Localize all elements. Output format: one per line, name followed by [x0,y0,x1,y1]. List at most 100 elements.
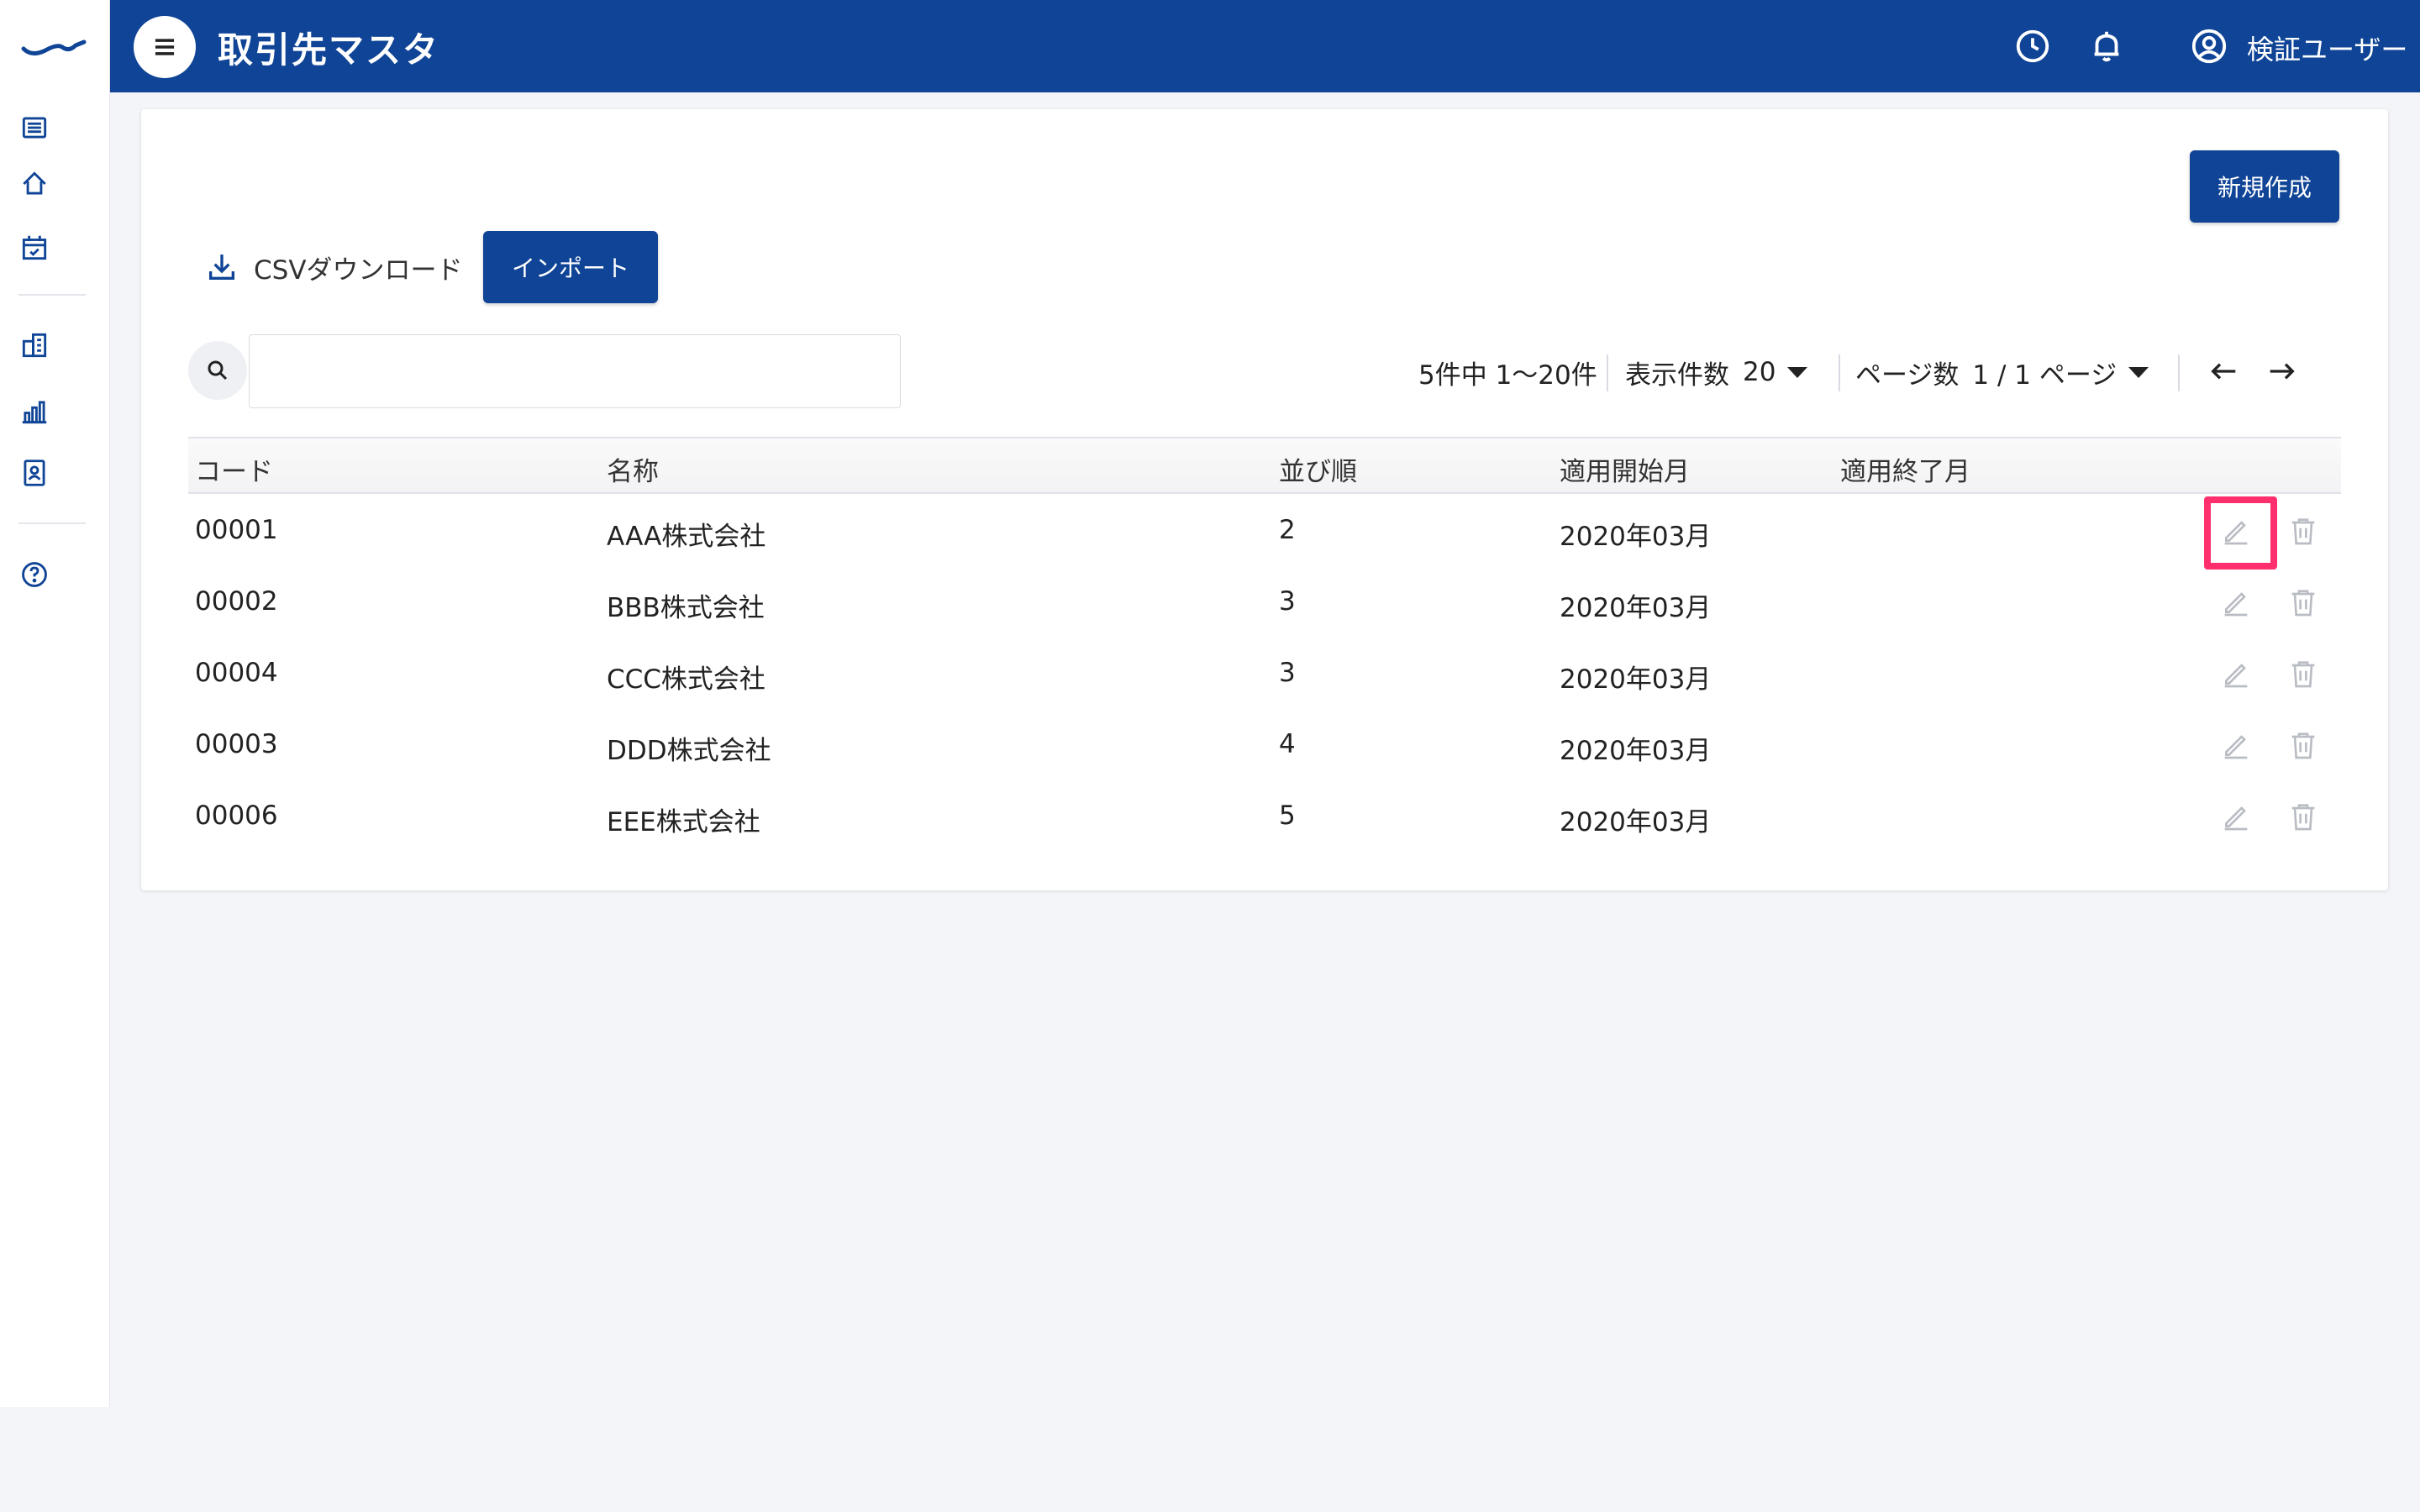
download-icon [209,255,234,280]
trash-icon [2291,661,2315,688]
table-row: 00002 BBB株式会社 3 2020年03月 [188,568,2341,639]
list-icon [22,117,47,139]
prev-page-button[interactable] [2203,348,2245,395]
menu-button[interactable] [134,16,196,78]
column-header-order[interactable]: 並び順 [1279,450,1357,488]
calendar-check-icon [22,235,47,260]
search-icon [208,360,228,381]
page-select[interactable]: ページ数 1 / 1 ページ [1855,351,2149,393]
result-range-text: 5件中 1〜20件 [1418,360,1597,391]
per-page-value: 20 [1743,357,1776,387]
table-row: 00006 EEE株式会社 5 2020年03月 [188,782,2341,853]
new-button[interactable]: 新規作成 [2190,150,2339,223]
cell-name: BBB株式会社 [607,593,765,623]
edit-button[interactable] [2213,580,2259,625]
pencil-icon [2224,735,2248,759]
column-header-code[interactable]: コード [195,450,273,488]
clock-icon [2016,29,2049,63]
caret-down-icon [1787,366,1808,378]
trash-icon [2291,804,2315,831]
sidebar-item-chart[interactable] [17,394,52,429]
cell-name: EEE株式会社 [607,807,760,837]
delete-button[interactable] [2281,794,2326,839]
edit-button-highlight [2204,496,2277,570]
caret-down-icon [2128,366,2149,378]
user-circle-icon [2191,29,2227,64]
cell-name: CCC株式会社 [607,664,765,695]
cell-order: 3 [1279,586,1296,617]
sidebar-item-help[interactable] [17,557,52,592]
delete-button[interactable] [2281,651,2326,696]
building-icon [22,333,47,358]
contact-card-icon [24,459,45,486]
cell-order: 3 [1279,658,1296,688]
page-label: ページ数 [1855,360,1960,391]
sidebar-item-home[interactable] [17,166,52,202]
cell-name: DDD株式会社 [607,736,771,766]
cell-start-month: 2020年03月 [1560,593,1712,623]
delete-button[interactable] [2281,580,2326,625]
table-row: 00003 DDD株式会社 4 2020年03月 [188,711,2341,782]
trash-icon [2291,518,2315,545]
next-page-button[interactable] [2260,348,2302,395]
sidebar [0,0,110,1407]
trash-icon [2291,590,2315,617]
per-page-select[interactable]: 表示件数 20 [1625,351,1808,393]
cell-start-month: 2020年03月 [1560,736,1712,766]
delete-button[interactable] [2281,508,2326,554]
pencil-icon [2224,806,2248,831]
pager-divider [2178,354,2180,391]
notification-button[interactable] [2086,25,2128,67]
pager-divider [1839,354,1840,391]
table-row: 00004 CCC株式会社 3 2020年03月 [188,639,2341,711]
cell-start-month: 2020年03月 [1560,807,1712,837]
column-header-name[interactable]: 名称 [607,450,659,488]
cell-start-month: 2020年03月 [1560,664,1712,695]
bar-chart-icon [22,401,47,424]
cell-order: 5 [1279,801,1296,831]
history-button[interactable] [2012,25,2054,67]
search-input[interactable] [249,334,901,408]
edit-button[interactable] [2213,722,2259,768]
home-icon [23,171,46,195]
cell-order: 2 [1279,515,1296,545]
bell-icon [2094,31,2119,62]
pencil-icon [2224,664,2248,688]
user-account-button[interactable] [2188,25,2230,67]
pencil-icon [2224,592,2248,617]
user-name[interactable]: 検証ユーザー [2247,29,2407,67]
cell-code: 00004 [195,658,278,688]
cell-code: 00001 [195,515,278,545]
column-header-end-month[interactable]: 適用終了月 [1840,450,1970,488]
page-value: 1 / 1 ページ [1972,360,2118,391]
pager-divider [1607,354,1608,391]
sidebar-item-calendar[interactable] [17,230,52,265]
arrow-left-icon [2211,363,2236,380]
cell-code: 00002 [195,586,278,617]
delete-button[interactable] [2281,722,2326,768]
cell-start-month: 2020年03月 [1560,522,1712,552]
per-page-label: 表示件数 [1625,360,1729,391]
result-range: 5件中 1〜20件 [1418,351,1597,393]
import-button[interactable]: インポート [483,231,658,303]
table-row: 00001 AAA株式会社 2 2020年03月 [188,496,2341,568]
csv-download-button[interactable]: CSVダウンロード [205,244,463,291]
sidebar-item-contacts[interactable] [17,455,52,491]
arrow-right-icon [2270,363,2295,380]
csv-download-label: CSVダウンロード [254,255,463,286]
edit-button[interactable] [2213,794,2259,839]
cell-name: AAA株式会社 [607,522,766,552]
table-header: コード 名称 並び順 適用開始月 適用終了月 [188,437,2341,494]
sidebar-item-building[interactable] [17,328,52,363]
sidebar-divider [18,294,86,296]
main-card: 新規作成 CSVダウンロード インポート 5件中 1〜20件 表示件数 20 ペ… [141,109,2388,890]
cell-code: 00006 [195,801,278,831]
logo [21,39,87,55]
help-icon [22,562,47,587]
search-button[interactable] [188,341,247,400]
cell-order: 4 [1279,729,1296,759]
sidebar-item-list[interactable] [17,110,52,145]
column-header-start-month[interactable]: 適用開始月 [1560,450,1690,488]
trash-icon [2291,732,2315,759]
edit-button[interactable] [2213,651,2259,696]
